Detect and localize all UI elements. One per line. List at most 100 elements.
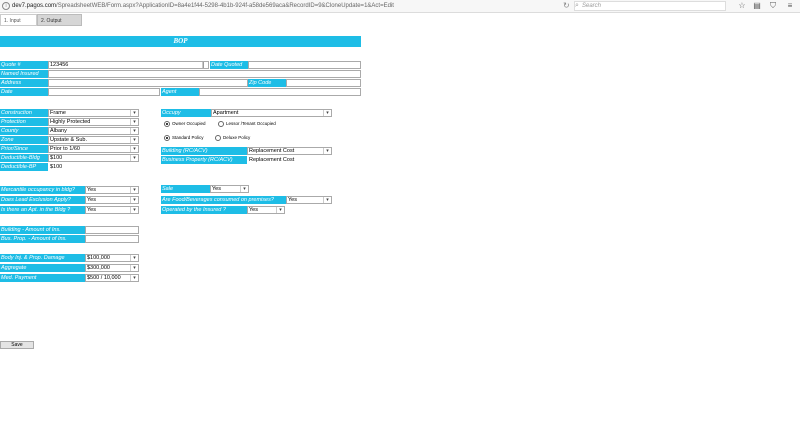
lead-exclusion-select[interactable]: Yes ▾: [85, 196, 139, 204]
deluxe-policy-radio[interactable]: [215, 135, 221, 141]
info-icon[interactable]: i: [2, 2, 10, 10]
deductible-bldg-value: $100: [50, 155, 63, 161]
business-property-value: Replacement Cost: [249, 157, 295, 163]
aggregate-select[interactable]: $300,000 ▾: [85, 264, 139, 272]
operated-value: Yes: [249, 207, 258, 213]
chevron-down-icon: ▾: [240, 186, 248, 192]
chevron-down-icon: ▾: [130, 255, 138, 261]
building-rc-label: Building (RC/ACV): [161, 147, 247, 155]
sale-select[interactable]: Yes ▾: [210, 185, 249, 193]
chevron-down-icon: ▾: [130, 207, 138, 213]
bus-prop-ins-input[interactable]: [85, 235, 139, 243]
construction-select[interactable]: Frame ▾: [48, 109, 139, 117]
protection-select[interactable]: Highly Protected ▾: [48, 118, 139, 126]
form-title: BOP: [0, 36, 361, 47]
reload-icon[interactable]: ↻: [563, 1, 571, 11]
body-injury-value: $100,000: [87, 255, 110, 261]
more-icon[interactable]: ≡: [785, 1, 795, 11]
mercantile-label: Mercantile occupancy in bldg?: [0, 186, 85, 194]
sale-value: Yes: [212, 186, 221, 192]
url-path: /SpreadsheetWEB/Form.aspx?ApplicationID=…: [56, 3, 394, 9]
sale-label: Sale: [161, 185, 210, 193]
chevron-down-icon: ▾: [130, 265, 138, 271]
operated-select[interactable]: Yes ▾: [247, 206, 285, 214]
mercantile-value: Yes: [87, 187, 96, 193]
address-input[interactable]: [48, 79, 248, 87]
owner-occupied-label: Owner Occupied: [172, 121, 206, 126]
med-payment-value: $500 / 10,000: [87, 275, 121, 281]
aggregate-value: $300,000: [87, 265, 110, 271]
standard-policy-label: Standard Policy: [172, 135, 204, 140]
food-beverages-select[interactable]: Yes ▾: [286, 196, 332, 204]
chevron-down-icon: ▾: [130, 128, 138, 134]
prior-since-value: Prior to 1/60: [50, 146, 80, 152]
med-payment-select[interactable]: $500 / 10,000 ▾: [85, 274, 139, 282]
quote-input[interactable]: 123456: [48, 61, 209, 69]
tab-input[interactable]: 1. Input: [0, 14, 37, 26]
county-value: Albany: [50, 128, 67, 134]
address-label: Address: [0, 79, 48, 87]
prior-since-select[interactable]: Prior to 1/60 ▾: [48, 145, 139, 153]
chevron-down-icon: ▾: [130, 275, 138, 281]
building-ins-label: Building - Amount of Ins.: [0, 226, 85, 234]
quote-label: Quote #: [0, 61, 48, 69]
apartment-label: Is there an Apt. in the Bldg ?: [0, 206, 85, 214]
chevron-down-icon: ▾: [323, 197, 331, 203]
zone-select[interactable]: Upstate & Sub. ▾: [48, 136, 139, 144]
body-injury-label: Body Inj. & Prop. Damage: [0, 254, 85, 262]
prior-since-label: Prior/Since: [0, 145, 48, 153]
county-label: County: [0, 127, 48, 135]
tab-output[interactable]: 2. Output: [37, 14, 82, 26]
lessor-tenant-radio[interactable]: [218, 121, 224, 127]
chevron-down-icon: ▾: [130, 197, 138, 203]
building-rc-select[interactable]: Replacement Cost ▾: [247, 147, 332, 155]
search-icon: ⌕: [575, 2, 579, 9]
named-insured-label: Named Insured: [0, 70, 48, 78]
body-injury-select[interactable]: $100,000 ▾: [85, 254, 139, 262]
chevron-down-icon: ▾: [130, 187, 138, 193]
chevron-down-icon: ▾: [323, 110, 331, 116]
chevron-down-icon: ▾: [323, 148, 331, 154]
zip-label: Zip Code: [248, 79, 286, 87]
food-beverages-value: Yes: [288, 197, 297, 203]
lessor-tenant-label: Lessor /Tenant Occupied: [226, 121, 276, 126]
url-host: dev7.pagos.com: [12, 3, 57, 9]
zone-label: Zone: [0, 136, 48, 144]
deductible-bp-value: $100: [50, 164, 63, 170]
reading-list-icon[interactable]: ▤: [752, 1, 762, 11]
mercantile-select[interactable]: Yes ▾: [85, 186, 139, 194]
chevron-down-icon: ▾: [130, 155, 138, 161]
named-insured-input[interactable]: [48, 70, 361, 78]
save-button[interactable]: Save: [0, 341, 34, 349]
deductible-bldg-label: Deductible-Bldg: [0, 154, 48, 162]
construction-value: Frame: [50, 110, 66, 116]
standard-policy-radio[interactable]: [164, 135, 170, 141]
lead-exclusion-label: Does Lead Exclusion Apply?: [0, 196, 85, 204]
protection-label: Protection: [0, 118, 48, 126]
food-beverages-label: Are Food/Beverages consumed on premises?: [161, 196, 286, 204]
aggregate-label: Aggregate: [0, 264, 85, 272]
apartment-select[interactable]: Yes ▾: [85, 206, 139, 214]
search-input[interactable]: Search: [582, 1, 601, 11]
deductible-bldg-select[interactable]: $100 ▾: [48, 154, 139, 162]
owner-occupied-radio[interactable]: [164, 121, 170, 127]
address-bar[interactable]: dev7.pagos.com/SpreadsheetWEB/Form.aspx?…: [12, 1, 572, 11]
chevron-down-icon: ▾: [130, 110, 138, 116]
bus-prop-ins-label: Bus. Prop. - Amount of Ins.: [0, 235, 85, 243]
agent-input[interactable]: [199, 88, 361, 96]
occupy-select[interactable]: Apartment ▾: [211, 109, 332, 117]
star-icon[interactable]: ☆: [737, 1, 747, 11]
chevron-down-icon: ▾: [276, 207, 284, 213]
med-payment-label: Med. Payment: [0, 274, 85, 282]
zone-value: Upstate & Sub.: [50, 137, 87, 143]
date-quoted-input[interactable]: [248, 61, 361, 69]
shield-icon[interactable]: ⛉: [768, 1, 778, 11]
zip-input[interactable]: [286, 79, 361, 87]
date-label: Date: [0, 88, 48, 96]
county-select[interactable]: Albany ▾: [48, 127, 139, 135]
text-cursor-icon: I: [202, 61, 205, 70]
lead-exclusion-value: Yes: [87, 197, 96, 203]
operated-label: Operated by the Insured ?: [161, 206, 247, 214]
date-input[interactable]: [48, 88, 160, 96]
building-ins-input[interactable]: [85, 226, 139, 234]
